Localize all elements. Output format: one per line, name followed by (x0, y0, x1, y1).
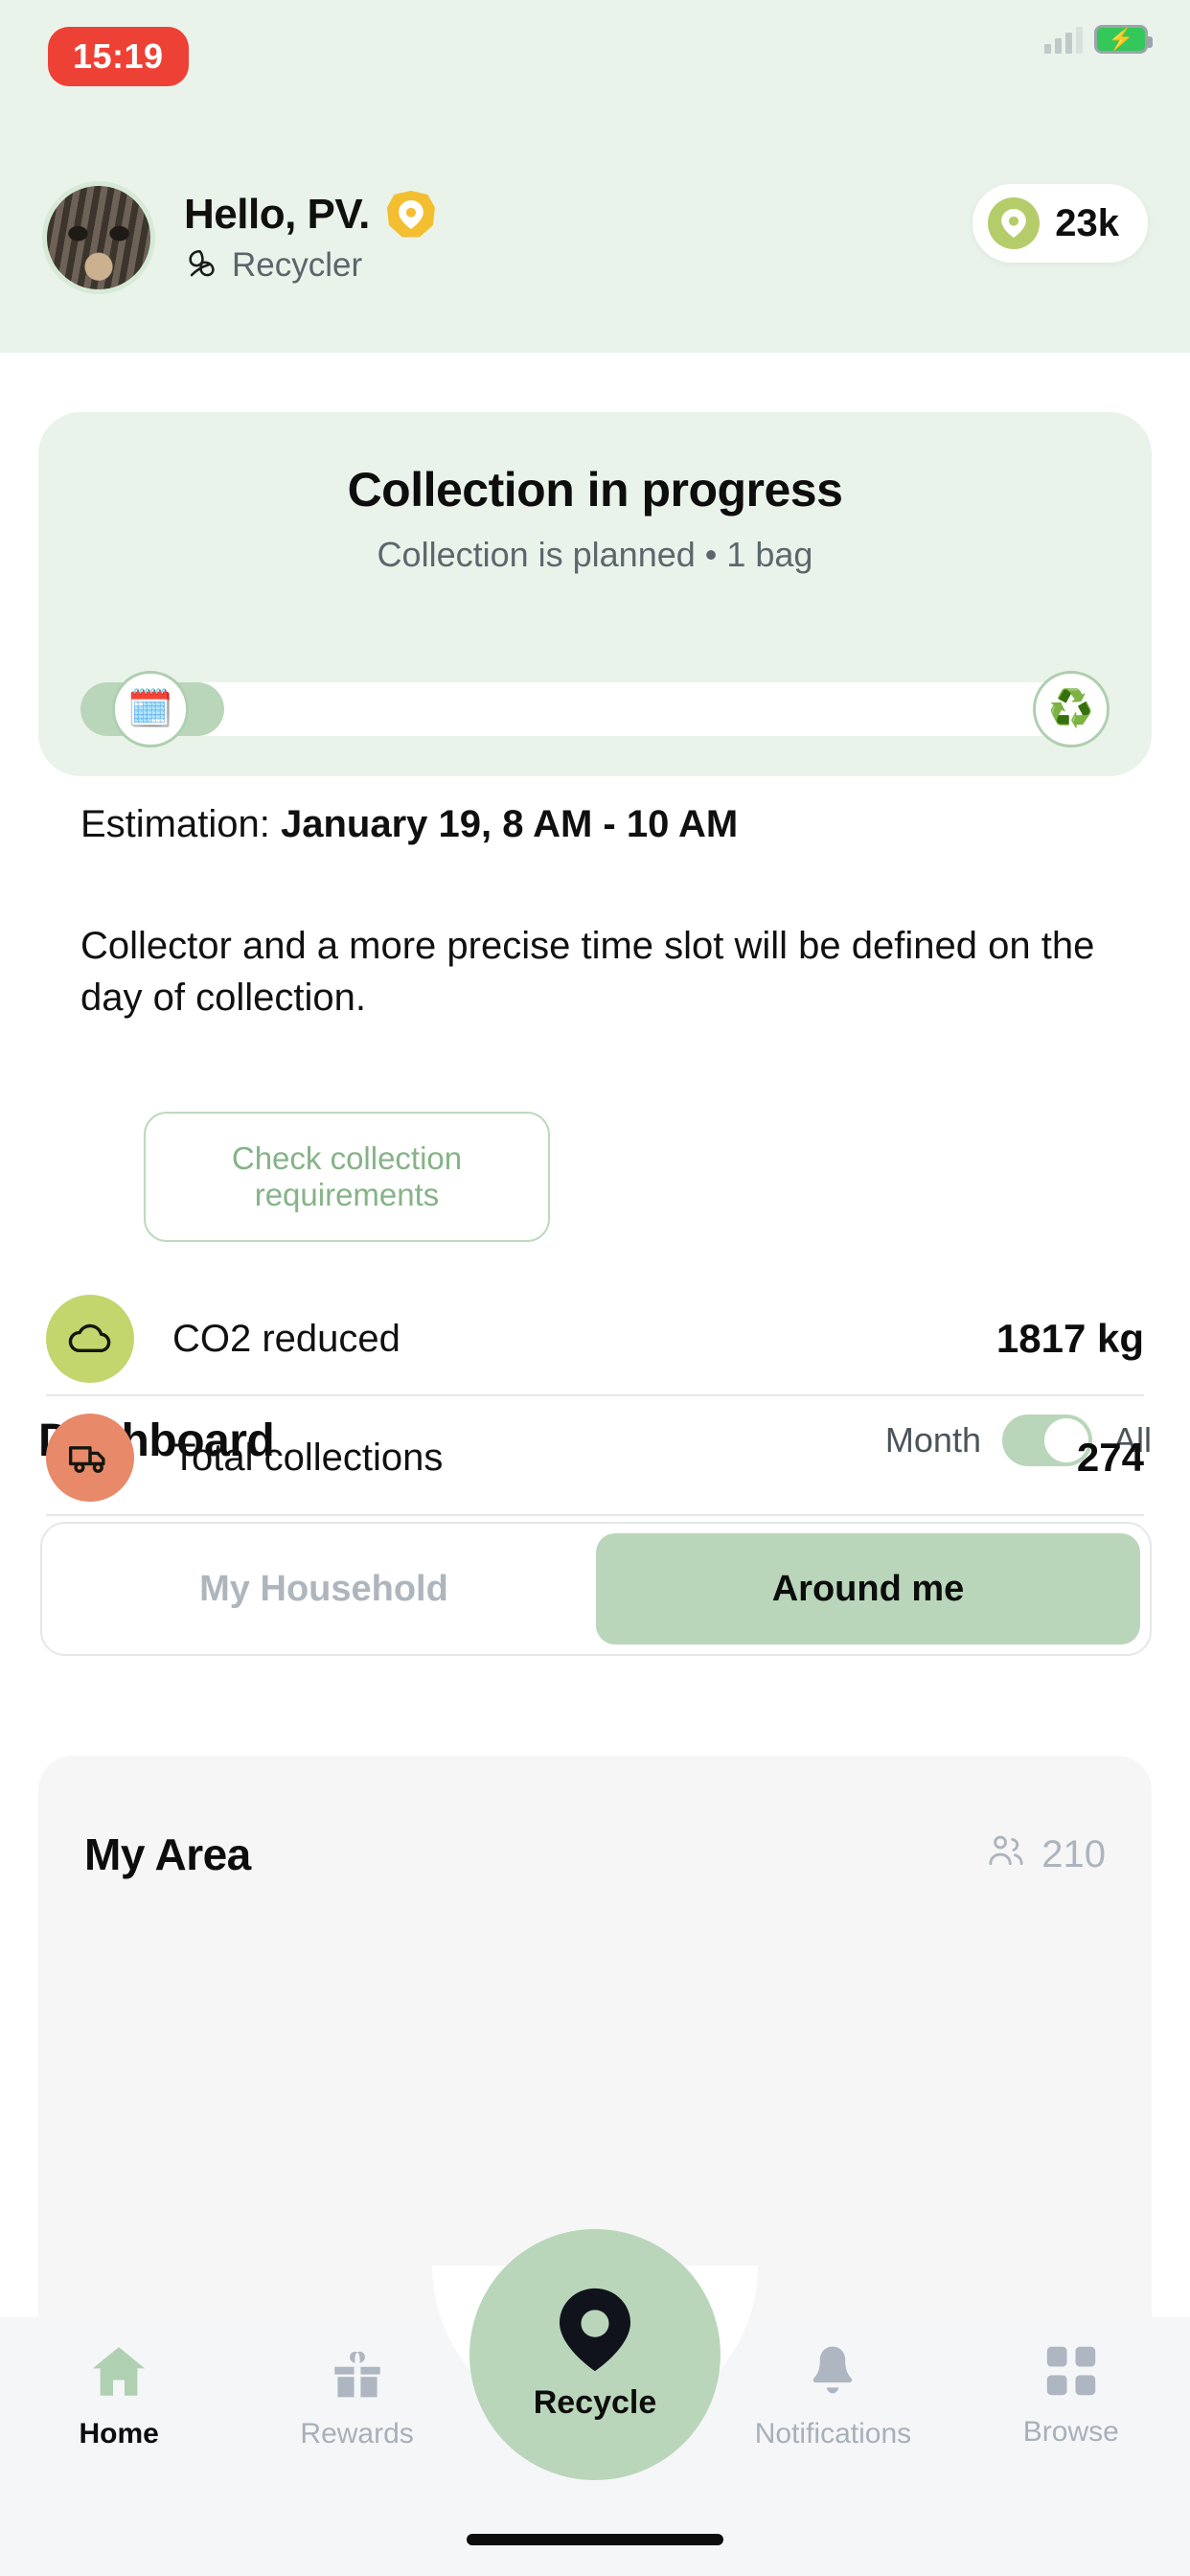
nav-item-notifications[interactable]: Notifications (714, 2344, 951, 2450)
leaf-icon (184, 247, 218, 285)
points-pill[interactable]: 23k (973, 184, 1148, 263)
nav-label-home: Home (79, 2418, 159, 2450)
profile-text: Hello, PV. Recycler (184, 191, 435, 285)
truck-icon (46, 1414, 134, 1502)
estimation-value: January 19, 8 AM - 10 AM (280, 803, 739, 845)
avatar[interactable] (42, 181, 155, 294)
cloud-icon (46, 1295, 134, 1383)
leaf-pin-badge-icon (386, 191, 435, 238)
recycle-emoji: ♻️ (1033, 671, 1110, 748)
segment-my-household[interactable]: My Household (52, 1533, 596, 1644)
nav-label-browse: Browse (1022, 2416, 1119, 2448)
segment-around-me[interactable]: Around me (596, 1533, 1140, 1644)
bell-icon (807, 2344, 858, 2403)
leaf-pin-icon (560, 2288, 630, 2375)
my-area-members-count: 210 (1041, 1832, 1106, 1875)
leaf-pin-coin-icon (988, 197, 1041, 249)
app-screen: 15:19 ⚡ Hello, PV. Recycler 23k Collecti… (0, 0, 1190, 2576)
my-area-members: 210 (986, 1833, 1106, 1876)
grid-icon (1044, 2344, 1098, 2401)
stat-row-co2: CO2 reduced 1817 kg (46, 1282, 1144, 1395)
calendar-emoji: 🗓️ (112, 671, 189, 748)
stat-label-collections: Total collections (172, 1436, 444, 1479)
check-collection-requirements-button[interactable]: Check collection requirements (144, 1112, 550, 1242)
people-icon (986, 1833, 1026, 1876)
nav-item-browse[interactable]: Browse (952, 2344, 1190, 2449)
greeting-line: Hello, PV. (184, 191, 435, 239)
estimation-line: Estimation: January 19, 8 AM - 10 AM (80, 803, 738, 846)
status-bar-clock: 15:19 (48, 27, 189, 86)
nav-label-notifications: Notifications (754, 2418, 912, 2450)
estimation-label: Estimation: (80, 803, 281, 845)
points-value: 23k (1055, 201, 1119, 244)
my-area-header: My Area 210 (84, 1828, 1106, 1880)
my-area-title: My Area (84, 1829, 251, 1879)
nav-item-rewards[interactable]: Rewards (238, 2344, 475, 2450)
role-line: Recycler (184, 246, 435, 285)
header-band: 15:19 ⚡ Hello, PV. Recycler 23k (0, 0, 1190, 353)
battery-charging-icon: ⚡ (1094, 25, 1153, 54)
page-title: Hello, PV. (184, 191, 370, 238)
stat-value-collections: 274 (1076, 1435, 1144, 1480)
home-indicator (467, 2534, 723, 2545)
home-icon (89, 2344, 149, 2403)
role-label: Recycler (232, 246, 363, 284)
status-bar-indicators: ⚡ (1044, 25, 1153, 54)
stat-row-collections: Total collections 274 (46, 1401, 1144, 1514)
nav-item-home[interactable]: Home (0, 2344, 238, 2450)
recycle-fab-label: Recycle (533, 2384, 657, 2421)
signal-bars-icon (1044, 25, 1083, 54)
recycle-fab-button[interactable]: Recycle (469, 2229, 721, 2480)
stat-divider-bottom (46, 1514, 1144, 1516)
progress-track (80, 682, 1110, 736)
stat-value-co2: 1817 kg (995, 1316, 1144, 1361)
stat-divider (46, 1394, 1144, 1396)
gift-icon (330, 2344, 385, 2403)
collection-body-text: Collector and a more precise time slot w… (80, 925, 1095, 1019)
scope-segmented-control: My Household Around me (40, 1522, 1152, 1656)
stat-label-co2: CO2 reduced (172, 1317, 400, 1360)
collection-title: Collection in progress (347, 463, 843, 517)
status-bar: 15:19 ⚡ (0, 0, 1190, 92)
nav-label-rewards: Rewards (300, 2418, 414, 2450)
collection-subtitle: Collection is planned • 1 bag (377, 535, 813, 574)
collection-progress-bar: 🗓️ ♻️ (80, 671, 1110, 748)
